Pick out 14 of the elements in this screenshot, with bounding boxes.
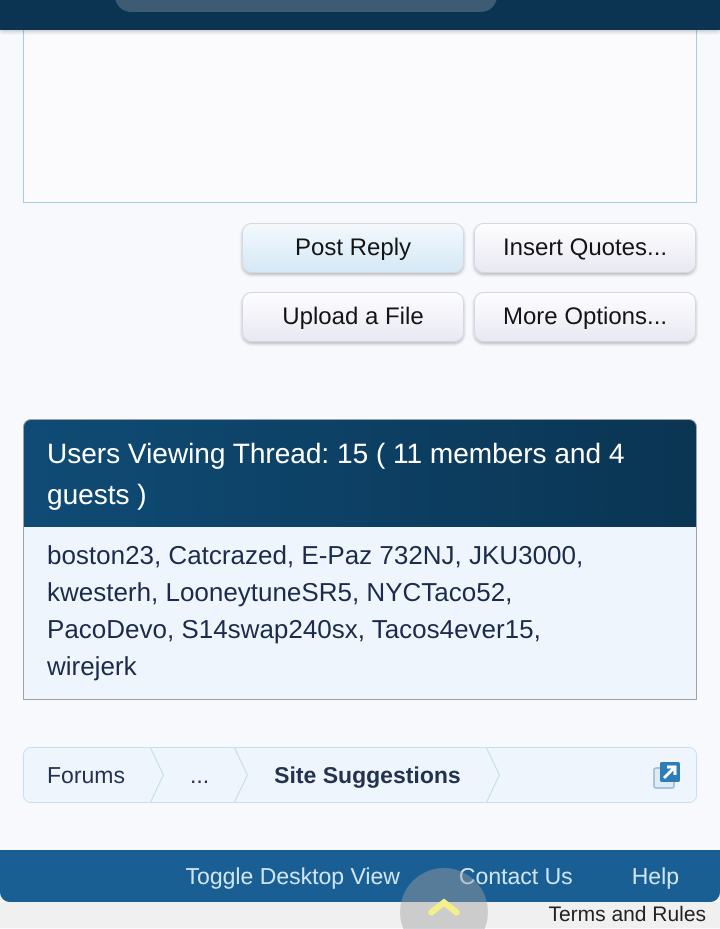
- action-button[interactable]: Post Reply: [242, 223, 464, 273]
- footer-link[interactable]: Help: [632, 862, 679, 890]
- external-link-icon[interactable]: [652, 760, 682, 790]
- panel-title: Users Viewing Thread: 15 ( 11 members and 4 guests ): [24, 420, 696, 527]
- footer-link[interactable]: Toggle Desktop View: [186, 862, 400, 890]
- breadcrumb-link[interactable]: Forums: [24, 762, 147, 788]
- breadcrumb-link[interactable]: ...: [166, 762, 232, 788]
- action-button[interactable]: Insert Quotes...: [474, 223, 696, 273]
- breadcrumb-link[interactable]: Site Suggestions: [251, 762, 483, 788]
- chevron-up-icon: [426, 898, 462, 916]
- member-list: boston23, Catcrazed, E-Paz 732NJ, JKU3000, kwesterh, LooneytuneSR5, NYCTaco52, PacoDevo, S14swap240sx, Tacos4ever15, wirejerk: [24, 527, 696, 699]
- action-button[interactable]: More Options...: [474, 292, 696, 342]
- action-button[interactable]: Upload a File: [242, 292, 464, 342]
- footer-link[interactable]: Contact Us: [458, 862, 573, 890]
